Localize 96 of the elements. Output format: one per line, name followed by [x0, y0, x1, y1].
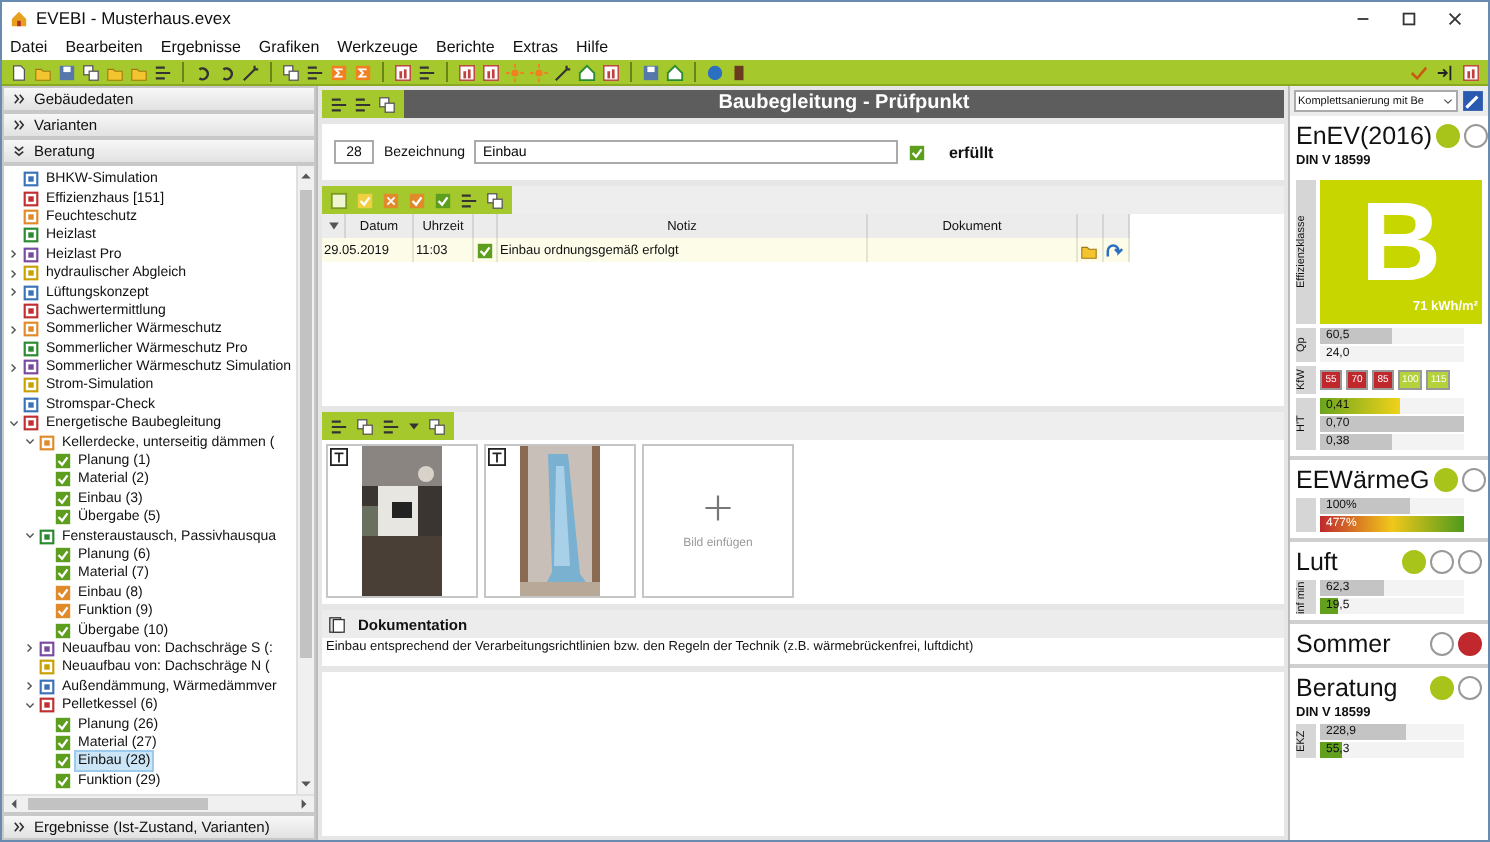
efficiency-class: B: [1360, 184, 1442, 300]
maximize-icon[interactable]: [1400, 9, 1418, 27]
save-icon[interactable]: [642, 63, 660, 81]
list-icon[interactable]: [306, 63, 324, 81]
edit-icon[interactable]: [1462, 90, 1484, 112]
document-icon: [328, 615, 346, 633]
fulfilled-checkbox[interactable]: [908, 143, 927, 161]
copy-icon[interactable]: [378, 95, 396, 113]
checkbox-icon[interactable]: [54, 621, 72, 640]
checkbox-icon[interactable]: [54, 564, 72, 583]
sort-icon[interactable]: [327, 220, 339, 232]
menu-item[interactable]: Hilfe: [576, 38, 609, 56]
help-icon[interactable]: [706, 63, 724, 81]
list-icon[interactable]: [354, 95, 372, 113]
folder-icon[interactable]: [1080, 241, 1098, 259]
menu-item[interactable]: Ergebnisse: [160, 38, 241, 56]
panel-title: Baubegleitung - Prüfpunkt: [716, 90, 972, 118]
copy-icon[interactable]: [486, 191, 504, 209]
window-title: EVEBI - Musterhaus.evex: [36, 8, 231, 28]
check-icon[interactable]: [1410, 63, 1428, 81]
copy-icon[interactable]: [428, 417, 446, 435]
house-icon[interactable]: [666, 63, 684, 81]
label-strip: [1296, 498, 1316, 532]
chart-icon[interactable]: [482, 63, 500, 81]
copy-icon[interactable]: [82, 63, 100, 81]
list-icon[interactable]: [418, 63, 436, 81]
cross-box-icon[interactable]: [382, 191, 400, 209]
menu-item[interactable]: Datei: [10, 38, 48, 56]
chart-icon[interactable]: [1462, 63, 1480, 81]
wand-icon[interactable]: [242, 63, 260, 81]
menu-item[interactable]: Bearbeiten: [65, 38, 143, 56]
chevrons-icon[interactable]: [12, 144, 26, 158]
horizontal-scrollbar[interactable]: [4, 794, 314, 812]
chevrons-icon[interactable]: [12, 118, 26, 132]
copy-icon[interactable]: [356, 417, 374, 435]
sigma-icon[interactable]: [330, 63, 348, 81]
menu-item[interactable]: Extras: [512, 38, 559, 56]
vertical-scrollbar[interactable]: [296, 166, 314, 794]
exit-icon[interactable]: [1436, 63, 1454, 81]
text-frame-icon[interactable]: [488, 448, 506, 466]
checkbox-icon[interactable]: [54, 546, 72, 564]
chart-icon[interactable]: [602, 63, 620, 81]
list-icon[interactable]: [330, 417, 348, 435]
rating-title: Luft: [1296, 548, 1338, 576]
save-icon[interactable]: [58, 63, 76, 81]
open-arrow-icon[interactable]: [1106, 241, 1124, 259]
plus-icon: [704, 493, 732, 521]
checkbox-icon[interactable]: [54, 733, 72, 752]
checkbox-label: erfüllt: [948, 143, 994, 161]
list-icon[interactable]: [154, 63, 172, 81]
scroll-up-icon[interactable]: [300, 170, 312, 182]
list-icon[interactable]: [330, 95, 348, 113]
chevrons-icon[interactable]: [12, 820, 26, 834]
column-header: [474, 214, 498, 238]
rating-title: Beratung: [1296, 674, 1398, 702]
menu-item[interactable]: Werkzeuge: [337, 38, 418, 56]
wand-icon[interactable]: [554, 63, 572, 81]
checkbox-icon[interactable]: [434, 191, 452, 209]
list-icon[interactable]: [382, 417, 400, 435]
scroll-right-icon[interactable]: [298, 798, 310, 810]
empty-checkbox-icon[interactable]: [330, 191, 348, 209]
copy-icon[interactable]: [282, 63, 300, 81]
photo-card[interactable]: [326, 444, 478, 598]
checkbox-icon[interactable]: [54, 470, 72, 489]
checkbox-icon[interactable]: [476, 241, 494, 259]
checkbox-icon[interactable]: [54, 602, 72, 621]
house-icon[interactable]: [578, 63, 596, 81]
checkbox-icon[interactable]: [54, 715, 72, 734]
checkbox-icon[interactable]: [356, 191, 374, 209]
chart-icon[interactable]: [458, 63, 476, 81]
menu-item[interactable]: Grafiken: [258, 38, 320, 56]
caret-icon[interactable]: [408, 420, 420, 432]
rating-title: Sommer: [1296, 630, 1391, 658]
checkbox-icon[interactable]: [54, 489, 72, 508]
checkbox-icon[interactable]: [408, 191, 426, 209]
rating-title: EEWärmeG: [1296, 466, 1430, 494]
checkbox-icon[interactable]: [54, 508, 72, 527]
page-icon[interactable]: [10, 63, 28, 81]
module-icon: [38, 527, 56, 546]
close-icon[interactable]: [1446, 9, 1464, 27]
door-icon[interactable]: [730, 63, 748, 81]
checkbox-icon[interactable]: [54, 583, 72, 602]
text-frame-icon[interactable]: [330, 448, 348, 466]
checkbox-icon[interactable]: [54, 771, 72, 790]
scroll-left-icon[interactable]: [8, 798, 20, 810]
chart-icon[interactable]: [394, 63, 412, 81]
rating-title: EnEV(2016): [1296, 122, 1433, 150]
sigma-icon[interactable]: [354, 63, 372, 81]
scroll-down-icon[interactable]: [300, 778, 312, 790]
menu-item[interactable]: Berichte: [435, 38, 495, 56]
list-icon[interactable]: [460, 191, 478, 209]
chevrons-icon[interactable]: [12, 92, 26, 106]
app-icon: [10, 9, 28, 27]
checkbox-icon[interactable]: [54, 752, 72, 771]
chevron-down-icon: [1442, 95, 1454, 107]
checkbox-icon[interactable]: [54, 452, 72, 471]
